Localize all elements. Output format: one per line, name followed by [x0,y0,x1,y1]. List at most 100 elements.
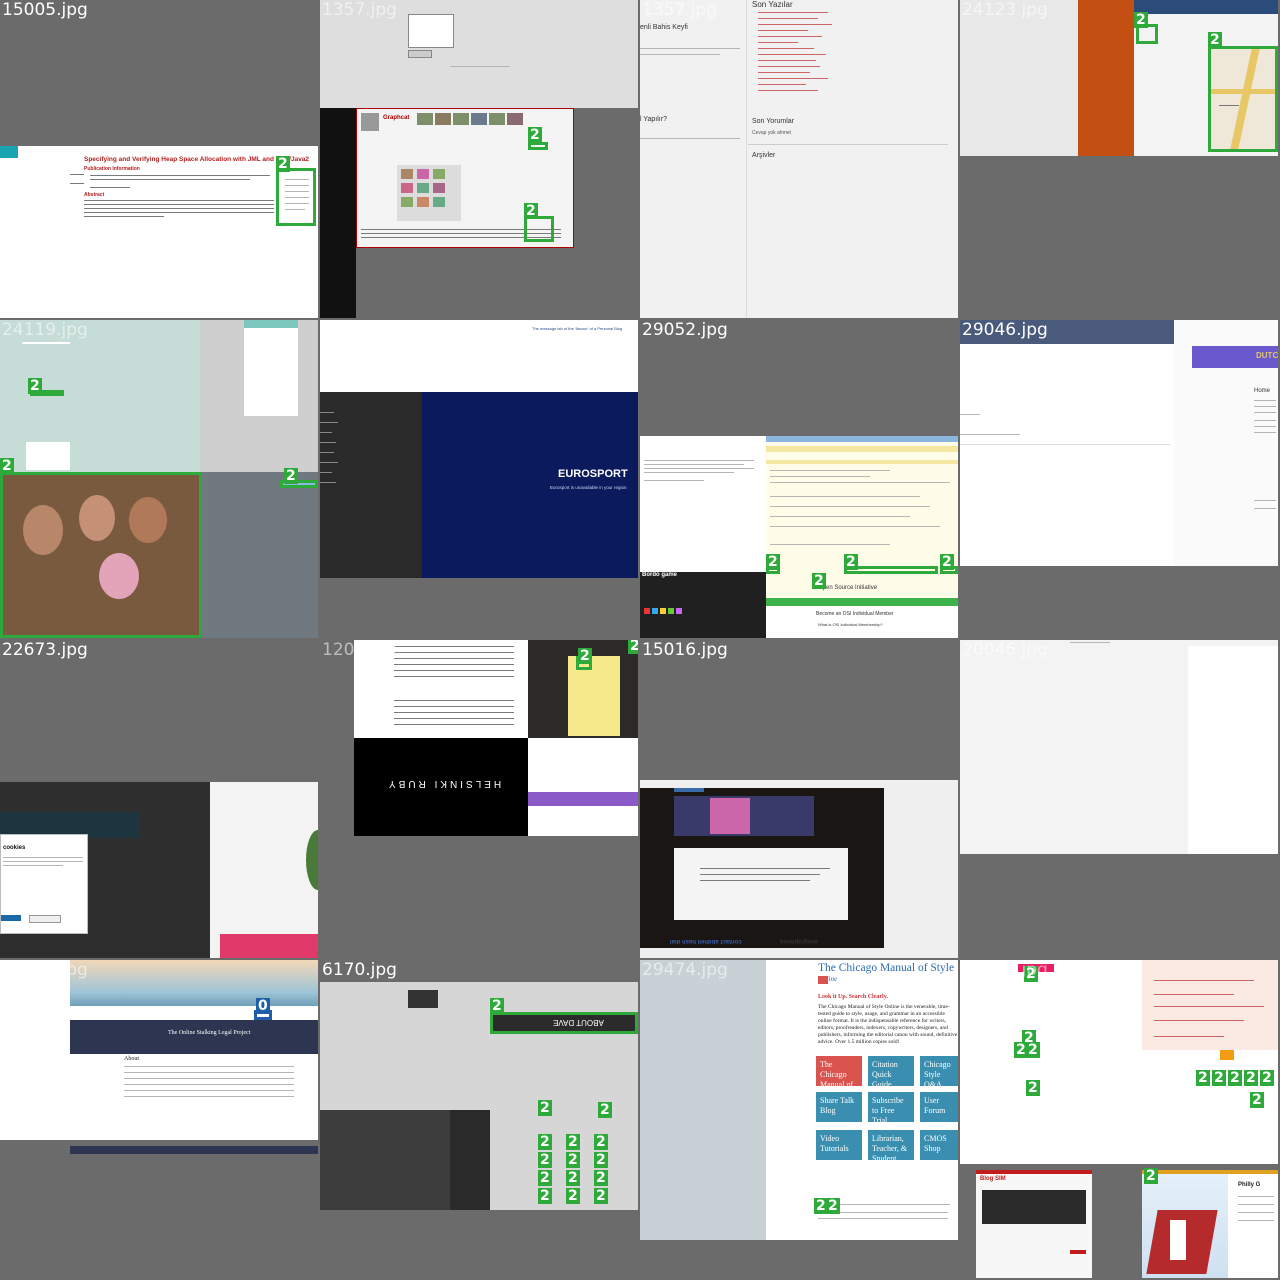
about-banner-box[interactable]: ABOUT DAVE [490,1012,638,1034]
tile-29474[interactable]: The Chicago Manual of Style Online Look … [640,960,958,1278]
paper-page [0,146,318,318]
tile-filename: 24123.jpg [962,0,1048,20]
tile-filename: 15016.jpg [642,640,728,660]
green-box-bottom[interactable] [524,216,554,242]
badge: 2 [538,1188,552,1204]
helsinki-banner: HELSINKI RUBY [354,738,528,836]
site-title: The Online Stalking Legal Project [168,1030,251,1036]
map-box[interactable] [1208,46,1278,152]
game-panel: Bordo game [640,572,766,638]
logo-card [26,442,70,470]
badge: 2 [594,1170,608,1186]
osi-heading: Become an OSI Individual Member [816,611,894,617]
badge: 2 [566,1152,580,1168]
tile-20046[interactable]: 20046.jpg [960,640,1278,958]
tile-5447[interactable]: The message lab of the 'flavour' of a Pe… [320,320,638,638]
tile-24605[interactable]: 2 2 2 2 2 2 2 2 2 2 2 Blog SIM Philly G … [960,960,1278,1278]
tile-29046[interactable]: DUTCH Home 29046.jpg [960,320,1278,638]
badge: 2 [28,378,42,394]
tile-1357-blog[interactable]: Son Yazılar enli Bahis Keyfi l Yapılır? … [640,0,958,318]
badge: 2 [594,1188,608,1204]
tile-29052[interactable]: Bordo game Open Source Initiative Become… [640,320,958,638]
cookie-dialog[interactable]: cookies [0,834,88,934]
osi-subheading: What is OSI Individual Membership? [818,622,883,627]
badge: 2 [1244,1070,1258,1086]
abstract-heading: Abstract [84,192,105,198]
eurosport-logo: EUROSPORT [558,468,628,480]
footer-left: contact abdhell hash dial [670,938,742,944]
osi-title: Open Source Initiative [818,585,878,591]
tile-6170[interactable]: ABOUT DAVE 2 2 2 2 2 2 2 2 2 2 2 2 2 2 2… [320,960,638,1278]
cmos-cell[interactable]: Citation Quick Guide [868,1056,914,1089]
philly-page: Philly G [1142,1170,1278,1278]
badge: 2 [628,640,638,654]
photo-box[interactable] [0,472,202,638]
badge: 2 [490,998,504,1014]
tile-22673[interactable]: cookies 22673.jpg [0,640,318,958]
badge: 2 [524,203,538,219]
badge: 2 [566,1134,580,1150]
pdf-thumbnail-box[interactable] [276,168,316,226]
badge: 2 [1208,32,1222,48]
tile-24123[interactable]: 2 2 24123.jpg [960,0,1278,318]
cmos-cell[interactable]: Subscribe to Free Trial [868,1092,914,1125]
right-sidebar: DUTCH Home [1174,320,1278,566]
badge: 2 [1260,1070,1274,1086]
green-box-top[interactable] [528,142,548,150]
publication-info-heading: Publication Information [84,166,140,172]
nav-bar [1134,0,1278,14]
textarea[interactable] [408,14,454,48]
post-title-a: enli Bahis Keyfi [640,24,688,31]
badge: 2 [1212,1070,1226,1086]
tile-1203[interactable]: HELSINKI RUBY 2 2 1203.jpg [320,640,638,958]
home-heading: Home [1254,388,1271,394]
manage-button[interactable] [29,915,61,923]
tile-1357-graphcat[interactable]: Graphcat 2 2 1357.jpg [320,0,638,318]
orange-sidebar [1078,0,1134,156]
badge: 2 [1026,1080,1040,1096]
badge: 2 [812,573,826,589]
tile-15016[interactable]: contact abdhell hash dial anegraphonq 15… [640,640,958,958]
cmos-cell[interactable]: Share Talk Blog [816,1092,862,1122]
badge: 2 [1134,12,1148,28]
archives-heading: Arşivler [752,152,776,159]
tile-15005[interactable]: Specifying and Verifying Heap Space Allo… [0,0,318,318]
white-panel [528,738,638,836]
cmos-cell[interactable]: CMOS Shop [920,1130,958,1160]
game-title: Bordo game [642,572,678,578]
tile-filename: 1357.jpg [322,0,397,20]
submit-button[interactable] [408,50,432,58]
dark-left [320,392,422,578]
cmos-cell[interactable]: Chicago Style Q&A [920,1056,958,1089]
tile-24119[interactable]: 2 2 2 24119.jpg [0,320,318,638]
cmos-cell[interactable]: The Chicago Manual of Style Essentials [816,1056,862,1109]
header-photo [408,990,438,1008]
hero-sea [70,960,318,1006]
right-page [210,782,318,958]
accept-button[interactable] [1,915,21,921]
photo-grid [397,165,461,221]
badge: 2 [1196,1070,1210,1086]
green-box[interactable] [844,566,938,574]
cookie-title: cookies [3,845,26,851]
cmos-cell[interactable]: Librarian, Teacher, & Student Resources [868,1130,914,1173]
card [244,320,298,416]
cmos-title: The Chicago Manual of Style [818,962,955,974]
badge: 2 [594,1152,608,1168]
badge: 2 [598,1102,612,1118]
badge: 2 [844,554,858,570]
tile-filename: 29474.jpg [642,960,728,980]
cmos-cell[interactable]: Video Tutorials [816,1130,862,1160]
banner-text: HELSINKI RUBY [386,778,502,789]
tile-filename: 29046.jpg [962,320,1048,340]
tile-filename: 24119.jpg [2,320,88,340]
dark-sidebar [320,108,356,318]
badge: 2 [538,1152,552,1168]
tile-13633[interactable]: The Online Stalking Legal Project About … [0,960,318,1278]
dark-block [320,1110,490,1210]
gray-panel [202,472,318,638]
dark-site [640,788,884,948]
cmos-cell[interactable]: User Forum [920,1092,958,1122]
badge: 2 [538,1134,552,1150]
blog-sim-page: Blog SIM [976,1170,1092,1278]
